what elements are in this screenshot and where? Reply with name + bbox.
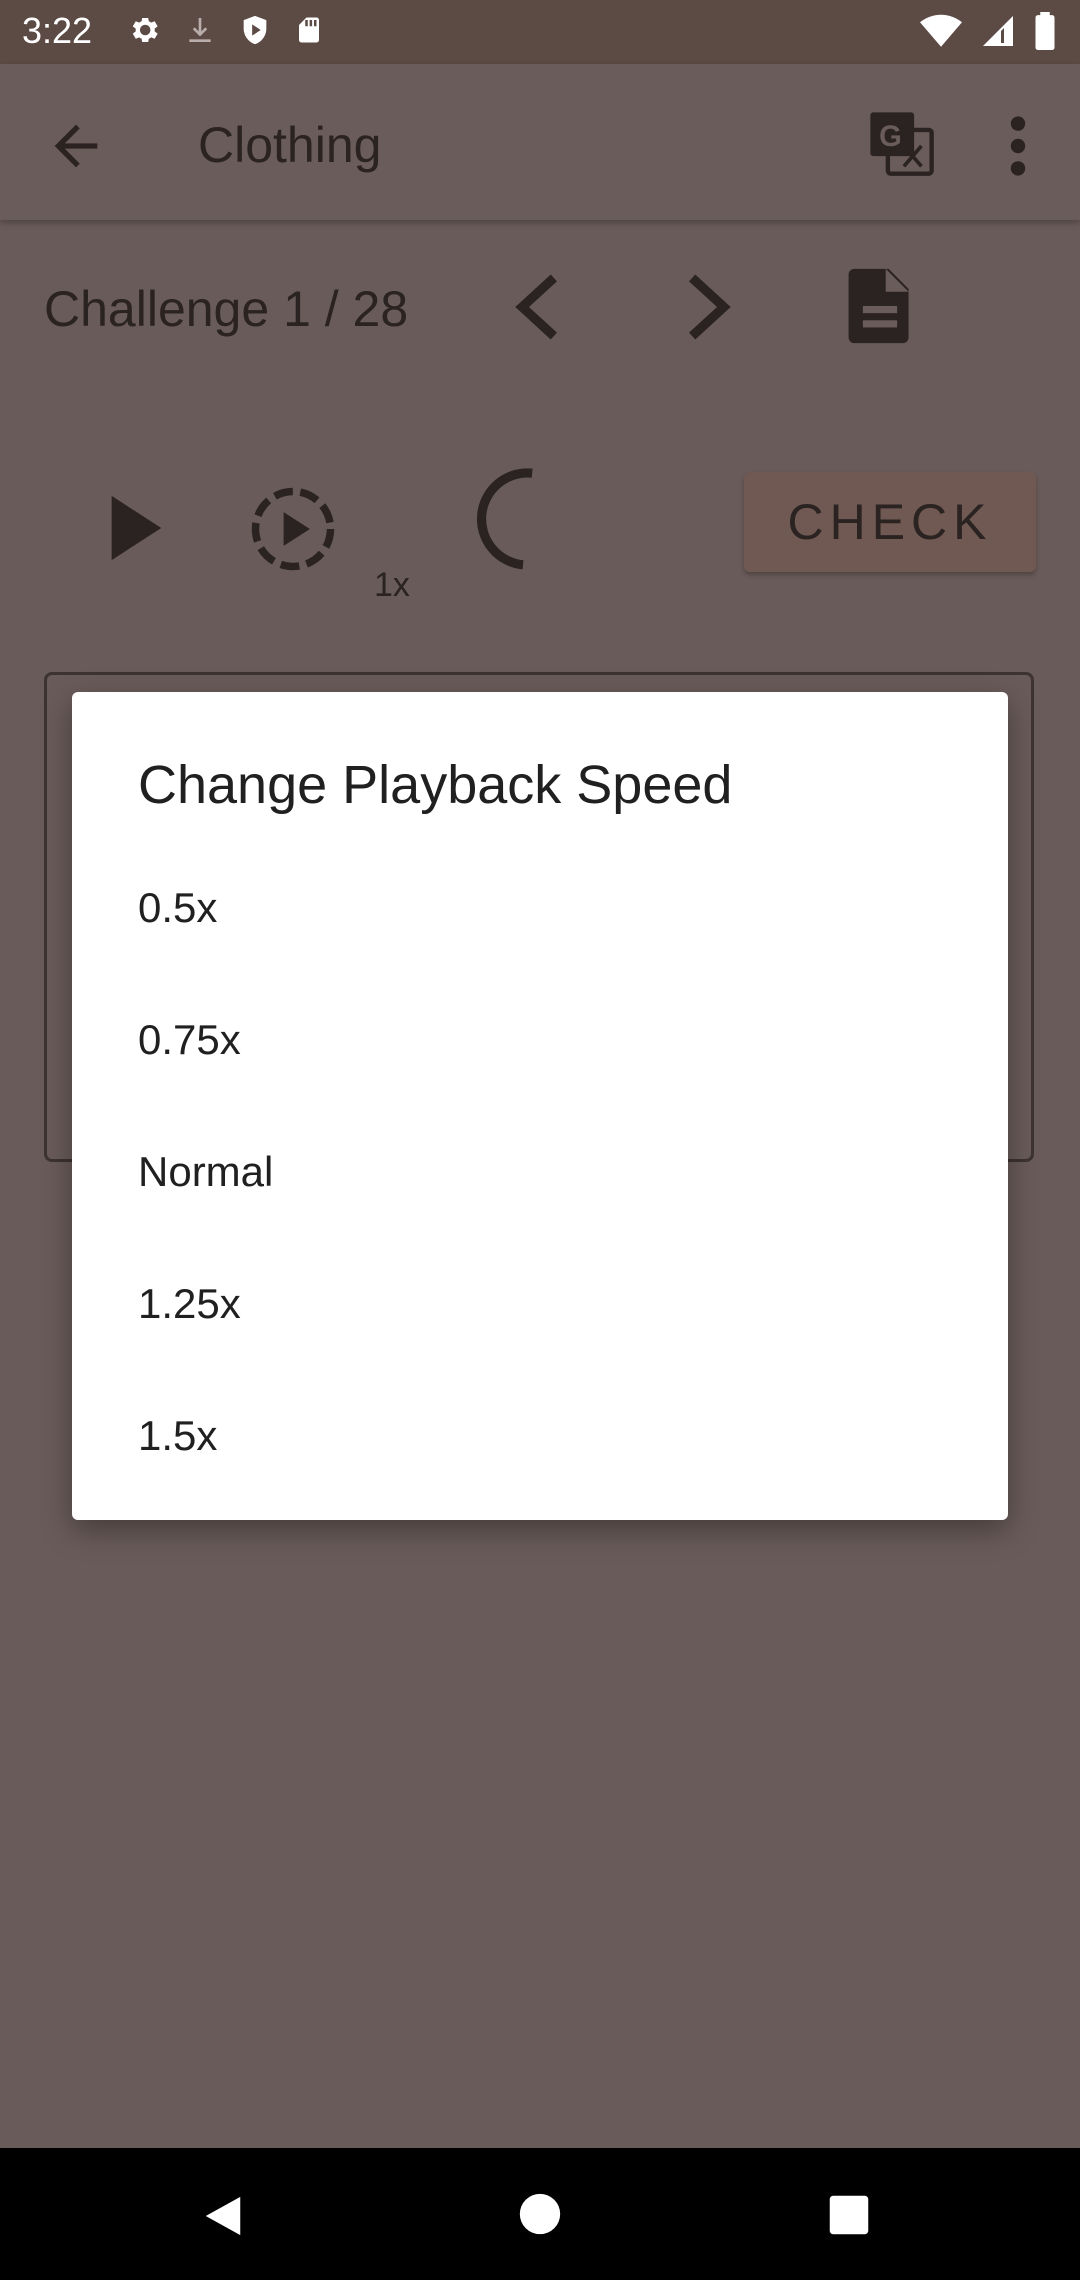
status-bar: 3:22 bbox=[0, 0, 1080, 64]
settings-icon bbox=[132, 18, 158, 43]
nav-recents-icon[interactable] bbox=[828, 2194, 870, 2236]
more-vert-icon[interactable] bbox=[998, 114, 1038, 178]
document-icon[interactable] bbox=[844, 266, 916, 346]
speed-option-0-5x[interactable]: 0.5x bbox=[72, 842, 1008, 974]
download-icon bbox=[189, 18, 211, 42]
wifi-icon bbox=[920, 14, 962, 47]
system-nav-bar bbox=[0, 2148, 1080, 2280]
speed-option-label: Normal bbox=[138, 1148, 274, 1195]
speed-option-normal[interactable]: Normal bbox=[72, 1106, 1008, 1238]
loading-spinner-icon bbox=[476, 468, 533, 570]
speed-label: 1x bbox=[374, 566, 410, 604]
translate-icon[interactable]: G bbox=[866, 108, 936, 178]
check-button[interactable]: CHECK bbox=[744, 472, 1036, 572]
screen: 3:22 Clothing G Challenge 1 / 28 1x CHEC… bbox=[0, 0, 1080, 2280]
speed-option-0-75x[interactable]: 0.75x bbox=[72, 974, 1008, 1106]
app-bar: Clothing G bbox=[0, 64, 1080, 220]
dialog-title: Change Playback Speed bbox=[138, 755, 733, 815]
speed-option-label: 1.25x bbox=[138, 1280, 241, 1327]
playback-speed-icon[interactable] bbox=[248, 484, 338, 574]
svg-text:G: G bbox=[879, 121, 902, 153]
challenge-counter: Challenge 1 / 28 bbox=[44, 281, 409, 337]
playback-speed-dialog: Change Playback Speed 0.5x 0.75x Normal … bbox=[72, 692, 1008, 1520]
chevron-right-icon[interactable] bbox=[676, 270, 740, 344]
speed-option-label: 1.5x bbox=[138, 1412, 218, 1459]
back-arrow-icon[interactable] bbox=[44, 114, 108, 178]
speed-option-1-5x[interactable]: 1.5x bbox=[72, 1370, 1008, 1502]
shield-icon bbox=[243, 15, 267, 45]
status-icons-left bbox=[126, 12, 324, 48]
sd-card-icon bbox=[299, 17, 319, 43]
nav-home-icon[interactable] bbox=[518, 2192, 562, 2236]
speed-option-label: 0.5x bbox=[138, 884, 218, 931]
status-time: 3:22 bbox=[22, 10, 93, 51]
battery-icon bbox=[1035, 12, 1055, 50]
speed-option-1-25x[interactable]: 1.25x bbox=[72, 1238, 1008, 1370]
signal-icon bbox=[983, 16, 1013, 46]
page-title: Clothing bbox=[198, 117, 382, 173]
speed-option-label: 0.75x bbox=[138, 1016, 241, 1063]
nav-back-icon[interactable] bbox=[200, 2192, 246, 2240]
chevron-left-icon[interactable] bbox=[506, 270, 570, 344]
status-icons-right bbox=[920, 12, 1056, 50]
play-icon[interactable] bbox=[100, 490, 170, 566]
